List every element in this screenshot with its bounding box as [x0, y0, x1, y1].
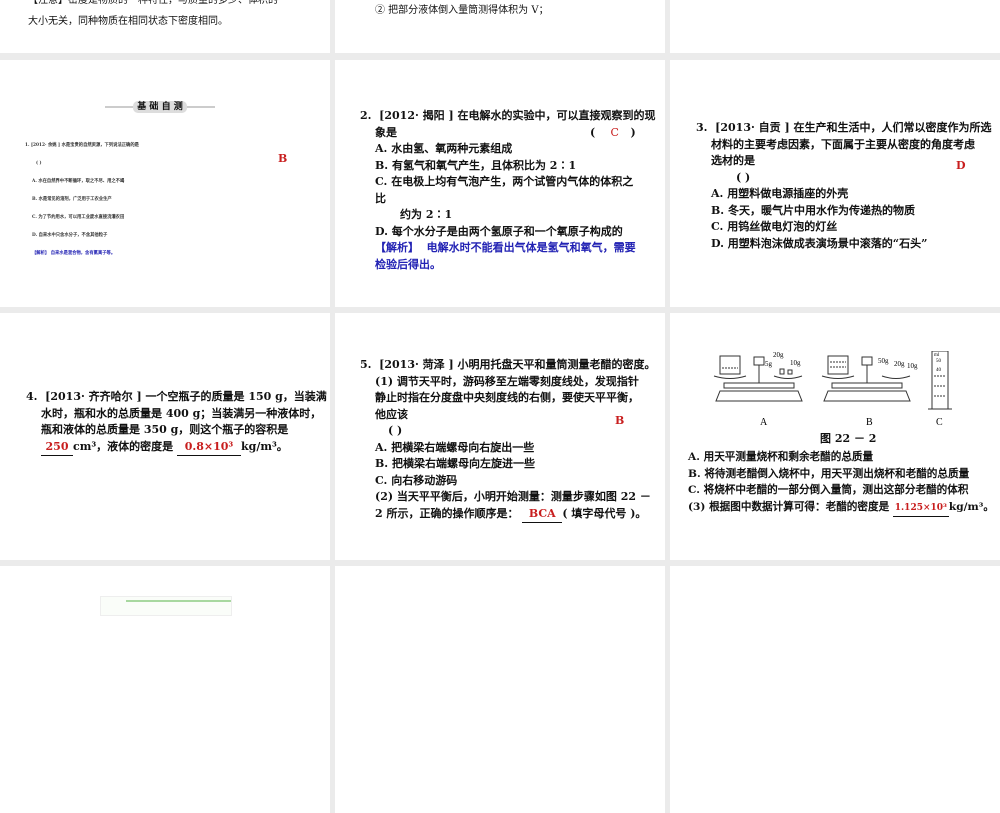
answer-bracket: ( ) — [36, 161, 42, 166]
question-text: 2. [2012· 揭阳 ] 在电解水的实验中，可以直接观察到的现 象是( C … — [360, 109, 656, 271]
slide-thumbnail[interactable]: 2. [2012· 揭阳 ] 在电解水的实验中，可以直接观察到的现 象是( C … — [335, 60, 665, 307]
option: D. 自来水中只含水分子，不含其他粒子 — [32, 233, 108, 238]
weight-label: 20g — [894, 360, 905, 368]
question-text: 3. [2013· 自贡 ] 在生产和生活中，人们常以密度作为所选 材料的主要考… — [696, 121, 992, 250]
weight-label: 10g — [790, 359, 801, 367]
section-banner: 基 础 自 测 — [105, 100, 215, 114]
cylinder-unit: ml — [934, 353, 940, 358]
slide-thumbnail[interactable]: 4. [2013· 齐齐哈尔 ] 一个空瓶子的质量是 150 g，当装满 水时，… — [0, 313, 330, 560]
weight-label: 5g — [765, 360, 773, 368]
answer-mark: B — [278, 152, 288, 165]
question-text: A. 用天平测量烧杯和剩余老醋的总质量 B. 将待测老醋倒入烧杯中，用天平测出烧… — [688, 449, 994, 517]
weight-label: 50g — [878, 357, 889, 365]
slide-thumbnail[interactable]: 5. [2013· 菏泽 ] 小明用托盘天平和量筒测量老醋的密度。 (1) 调节… — [335, 313, 665, 560]
cylinder-mark: 50 — [936, 359, 942, 364]
question-text: 5. [2013· 菏泽 ] 小明用托盘天平和量筒测量老醋的密度。 (1) 调节… — [360, 357, 656, 523]
slide-thumbnail[interactable] — [670, 566, 1000, 813]
figure-label: A — [760, 417, 768, 428]
slide-thumbnail[interactable]: 3. [2013· 自贡 ] 在生产和生活中，人们常以密度作为所选 材料的主要考… — [670, 60, 1000, 307]
slide-text: 【注意】密度是物质的一种特性，与质量的多少、体积的 大小无关，同种物质在相同状态下… — [28, 0, 278, 27]
option: C. 为了节约用水，可以用工业废水直接浇灌农田 — [32, 215, 125, 220]
slide-thumbnail[interactable]: 基 础 自 测 1. [2012· 余姚 ] 水是宝贵的自然资源，下列说法正确的… — [0, 60, 330, 307]
option: A. 水在自然界中不断循环，取之不尽、用之不竭 — [32, 179, 125, 184]
cylinder-mark: 40 — [936, 368, 942, 373]
weight-label: 10g — [907, 362, 918, 370]
figure-caption: 图 22 － 2 — [820, 432, 877, 445]
question-text: 1. [2012· 余姚 ] 水是宝贵的自然资源，下列说法正确的是 — [25, 143, 139, 148]
question-text: 4. [2013· 齐齐哈尔 ] 一个空瓶子的质量是 150 g，当装满 水时，… — [26, 389, 327, 456]
slide-thumbnail[interactable] — [335, 566, 665, 813]
slide-image — [100, 596, 232, 616]
figure-label: B — [866, 417, 873, 428]
slide-thumbnail[interactable]: ② 把部分液体倒入量筒测得体积为 V； — [335, 0, 665, 53]
slide-thumbnail[interactable] — [670, 0, 1000, 53]
analysis: 【解析】 自来水是混合物，含有氯离子等。 — [32, 251, 116, 256]
slide-thumbnail[interactable]: 5g 20g 10g 50g 20g 10g ml 50 40 A B C 图 … — [670, 313, 1000, 560]
slide-thumbnail[interactable] — [0, 566, 330, 813]
slide-text: ② 把部分液体倒入量筒测得体积为 V； — [375, 5, 549, 16]
option: B. 水是常见的溶剂，广泛用于工农业生产 — [32, 197, 112, 202]
balance-a — [713, 355, 803, 402]
slide-thumbnail[interactable]: 【注意】密度是物质的一种特性，与质量的多少、体积的 大小无关，同种物质在相同状态下… — [0, 0, 330, 53]
balance-figure: 5g 20g 10g 50g 20g 10g ml 50 40 A B C — [713, 351, 952, 428]
figure-label: C — [936, 417, 943, 428]
weight-label: 20g — [773, 351, 784, 359]
